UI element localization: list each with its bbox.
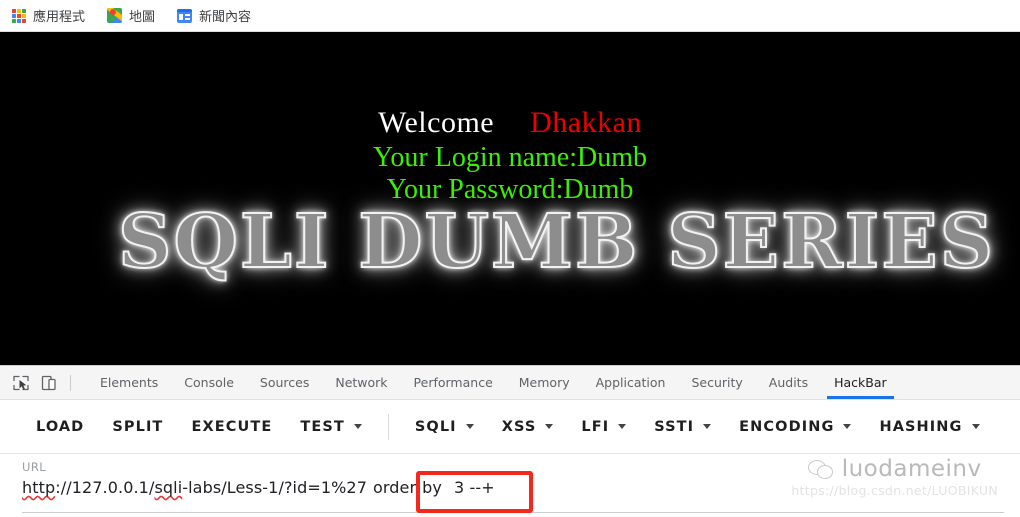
hashing-button-label: HASHING (879, 418, 963, 435)
google-maps-icon (107, 8, 123, 23)
encoding-menu-button[interactable]: ENCODING (725, 419, 865, 435)
bookmarks-bar: 應用程式 地圖 新聞內容 (0, 0, 1020, 32)
url-query: -labs/Less-1/?id=1%27 (182, 478, 367, 497)
login-name-line: Your Login name:Dumb (372, 142, 648, 173)
devtools-tabbar: Elements Console Sources Network Perform… (0, 366, 1020, 400)
url-by-keyword: by (422, 478, 442, 497)
split-button[interactable]: SPLIT (98, 419, 177, 435)
test-menu-button[interactable]: TEST (286, 419, 376, 435)
welcome-name: Dhakkan (530, 106, 642, 139)
url-order-by-value: 3 --+ (454, 478, 495, 497)
url-sqli-token: sqli (154, 478, 183, 497)
chevron-down-icon (618, 424, 627, 429)
bookmark-maps-label: 地圖 (129, 10, 156, 25)
tab-performance[interactable]: Performance (401, 366, 506, 399)
tab-console[interactable]: Console (171, 366, 247, 399)
hackbar-toolbar: LOAD SPLIT EXECUTE TEST SQLI XSS LFI SST… (0, 400, 1020, 454)
tab-audits[interactable]: Audits (756, 366, 821, 399)
tab-application[interactable]: Application (583, 366, 679, 399)
browser-window: 應用程式 地圖 新聞內容 Welcome Dhakkan Your Login n… (0, 0, 1020, 517)
lfi-menu-button[interactable]: LFI (567, 419, 640, 435)
url-input[interactable]: http://127.0.0.1/sqli-labs/Less-1/?id=1%… (22, 478, 1020, 497)
test-button-label: TEST (300, 418, 345, 435)
toolbar-divider (387, 413, 389, 440)
tab-memory[interactable]: Memory (506, 366, 583, 399)
inspect-element-icon[interactable] (10, 372, 32, 394)
welcome-block: Welcome Dhakkan Your Login name:Dumb Your… (0, 104, 1020, 206)
chevron-down-icon (703, 424, 712, 429)
tab-network[interactable]: Network (322, 366, 400, 399)
page-content: Welcome Dhakkan Your Login name:Dumb Your… (0, 32, 1020, 365)
url-order-keyword: order (373, 478, 417, 497)
execute-button[interactable]: EXECUTE (177, 419, 286, 435)
bookmark-news[interactable]: 新聞內容 (177, 6, 251, 25)
chevron-down-icon (353, 424, 362, 429)
chevron-down-icon (465, 424, 474, 429)
split-button-label: SPLIT (112, 418, 164, 435)
tab-security[interactable]: Security (678, 366, 755, 399)
chevron-down-icon (843, 424, 852, 429)
load-button-label: LOAD (36, 418, 85, 435)
bookmark-maps[interactable]: 地圖 (107, 6, 155, 25)
hashing-menu-button[interactable]: HASHING (865, 419, 993, 435)
google-news-icon (177, 8, 193, 23)
url-label: URL (22, 460, 47, 474)
chevron-down-icon (545, 424, 554, 429)
tab-elements[interactable]: Elements (87, 366, 171, 399)
welcome-word: Welcome (378, 106, 495, 139)
devtools-panel: Elements Console Sources Network Perform… (0, 365, 1020, 517)
url-input-underline (22, 512, 1004, 513)
bookmark-news-label: 新聞內容 (199, 10, 252, 25)
devtools-tool-icons (0, 366, 87, 399)
apps-grid-icon (12, 8, 26, 23)
devtools-tabs: Elements Console Sources Network Perform… (87, 366, 900, 399)
lfi-button-label: LFI (581, 418, 610, 435)
device-toolbar-icon[interactable] (38, 372, 60, 394)
execute-button-label: EXECUTE (191, 418, 273, 435)
bookmark-apps-label: 應用程式 (33, 10, 86, 25)
tab-sources[interactable]: Sources (247, 366, 322, 399)
sqli-menu-button[interactable]: SQLI (401, 419, 488, 435)
xss-menu-button[interactable]: XSS (488, 419, 568, 435)
xss-button-label: XSS (501, 418, 537, 435)
sqli-dumb-series-banner: SQLI DUMB SERIES (117, 198, 996, 286)
bookmark-apps[interactable]: 應用程式 (12, 6, 85, 25)
url-field-area: URL http://127.0.0.1/sqli-labs/Less-1/?i… (0, 454, 1020, 517)
load-button[interactable]: LOAD (22, 419, 98, 435)
ssti-button-label: SSTI (654, 418, 695, 435)
url-scheme: http (22, 478, 56, 497)
sqli-button-label: SQLI (414, 418, 457, 435)
tab-hackbar[interactable]: HackBar (821, 366, 900, 399)
chevron-down-icon (971, 424, 980, 429)
devtools-icon-divider (70, 374, 71, 391)
welcome-line: Welcome Dhakkan (0, 104, 1020, 142)
ssti-menu-button[interactable]: SSTI (640, 419, 725, 435)
url-host-path: ://127.0.0.1/ (55, 478, 155, 497)
encoding-button-label: ENCODING (739, 418, 835, 435)
